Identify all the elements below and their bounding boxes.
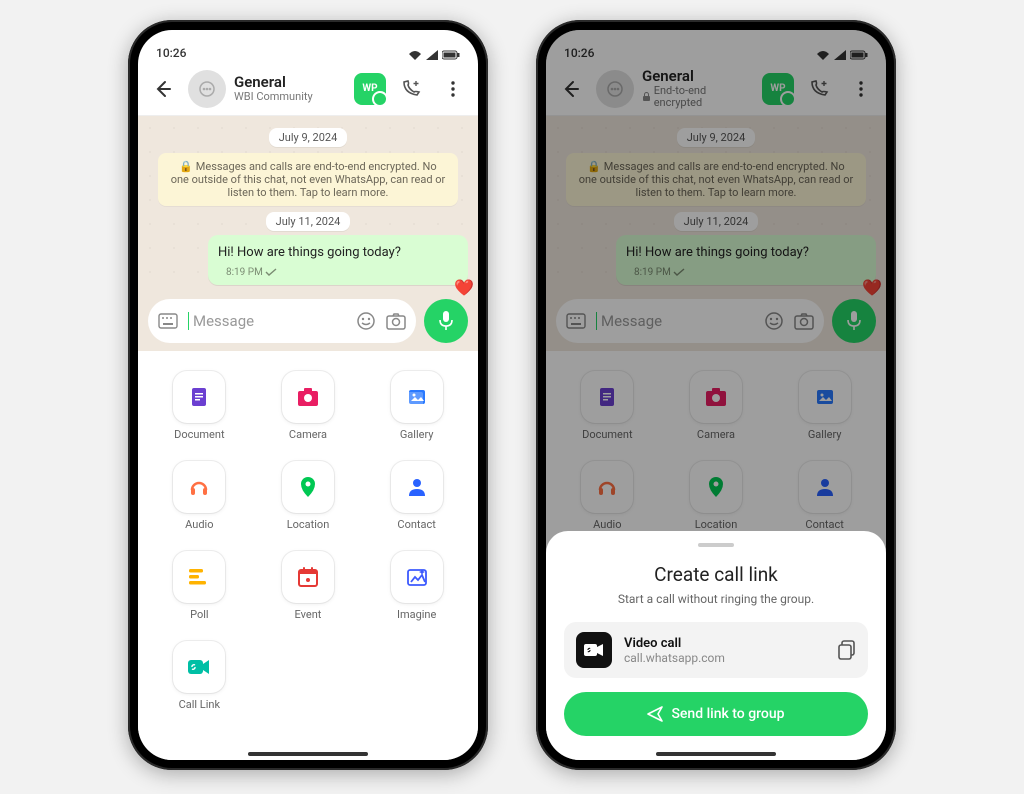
- voice-button[interactable]: [424, 299, 468, 343]
- message-bubble[interactable]: Hi! How are things going today? 8:19 PM …: [208, 235, 468, 285]
- group-icon: [197, 79, 217, 99]
- attach-poll[interactable]: Poll: [173, 551, 225, 621]
- sheet-title: Create call link: [564, 563, 868, 586]
- camera-icon[interactable]: [386, 312, 406, 330]
- call-link-card[interactable]: Video call call.whatsapp.com: [564, 622, 868, 678]
- attach-document[interactable]: Document: [173, 371, 225, 441]
- screen-left: 10:26 General WBI Community WP: [138, 30, 478, 760]
- wifi-icon: [408, 50, 422, 60]
- attach-contact[interactable]: Contact: [391, 461, 443, 531]
- sheet-grabber[interactable]: [698, 543, 734, 547]
- attach-audio[interactable]: Audio: [173, 461, 225, 531]
- date-divider-1: July 9, 2024: [269, 128, 348, 147]
- send-icon: [647, 706, 663, 722]
- more-vert-icon: [444, 80, 462, 98]
- message-placeholder: Message: [188, 312, 346, 330]
- sheet-subtitle: Start a call without ringing the group.: [564, 592, 868, 606]
- video-link-icon: [576, 632, 612, 668]
- status-icons: [408, 50, 460, 60]
- send-link-label: Send link to group: [671, 706, 784, 722]
- clock: 10:26: [156, 46, 186, 60]
- attach-event[interactable]: Event: [282, 551, 334, 621]
- screen-right: 10:26 General End-to-end encrypted WP Ju…: [546, 30, 886, 760]
- sent-check-icon: [265, 268, 277, 277]
- more-button[interactable]: [436, 72, 470, 106]
- link-type: Video call: [624, 636, 826, 651]
- whatsapp-badge[interactable]: WP: [354, 73, 386, 105]
- keyboard-icon: [158, 313, 178, 329]
- chat-area: July 9, 2024 🔒 Messages and calls are en…: [138, 116, 478, 291]
- message-text: Hi! How are things going today?: [218, 245, 401, 260]
- attach-location[interactable]: Location: [282, 461, 334, 531]
- attach-camera[interactable]: Camera: [282, 371, 334, 441]
- phone-left: 10:26 General WBI Community WP: [128, 20, 488, 770]
- signal-icon: [426, 50, 438, 60]
- attach-gallery[interactable]: Gallery: [391, 371, 443, 441]
- top-bar: General WBI Community WP: [138, 62, 478, 116]
- attach-label: Document: [174, 428, 224, 441]
- send-link-button[interactable]: Send link to group: [564, 692, 868, 736]
- copy-icon: [838, 640, 856, 660]
- chat-title-block[interactable]: General WBI Community: [234, 74, 346, 103]
- attach-call-link[interactable]: Call Link: [173, 641, 225, 711]
- date-divider-2: July 11, 2024: [266, 212, 351, 231]
- status-bar: 10:26: [138, 30, 478, 62]
- copy-button[interactable]: [838, 640, 856, 660]
- chat-subtitle: WBI Community: [234, 91, 346, 103]
- back-icon: [153, 79, 173, 99]
- chat-avatar[interactable]: [188, 70, 226, 108]
- mic-icon: [438, 310, 454, 332]
- call-button[interactable]: [394, 72, 428, 106]
- message-input[interactable]: Message: [148, 299, 416, 343]
- encryption-notice[interactable]: 🔒 Messages and calls are end-to-end encr…: [158, 153, 458, 206]
- phone-plus-icon: [400, 78, 422, 100]
- message-time: 8:19 PM: [226, 267, 263, 278]
- attachment-grid: Document Camera Gallery Audio Location C…: [150, 371, 466, 711]
- battery-icon: [442, 50, 460, 60]
- call-link-sheet: Create call link Start a call without ri…: [546, 531, 886, 760]
- back-button[interactable]: [146, 72, 180, 106]
- emoji-icon[interactable]: [356, 311, 376, 331]
- composer-row: Message: [138, 291, 478, 351]
- heart-reaction[interactable]: ❤️: [454, 278, 474, 297]
- phone-right: 10:26 General End-to-end encrypted WP Ju…: [536, 20, 896, 770]
- attachment-sheet: Document Camera Gallery Audio Location C…: [138, 351, 478, 760]
- attach-tile: [173, 371, 225, 423]
- attach-imagine[interactable]: Imagine: [391, 551, 443, 621]
- chat-title: General: [234, 74, 346, 91]
- link-url: call.whatsapp.com: [624, 651, 826, 665]
